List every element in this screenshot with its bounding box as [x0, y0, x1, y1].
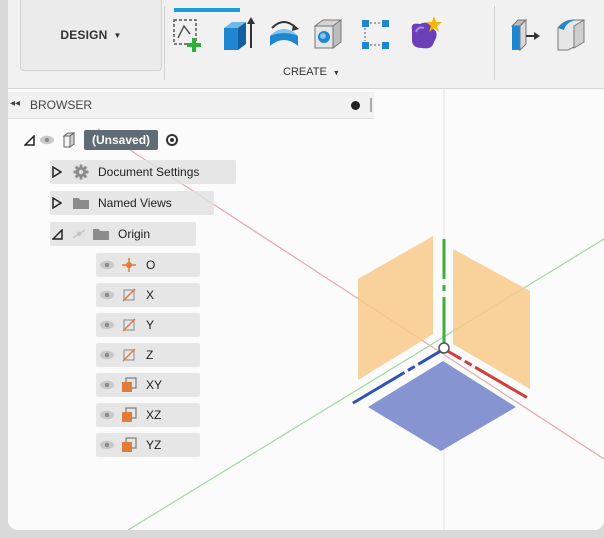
component-icon [58, 128, 80, 152]
visibility-eye-icon[interactable] [96, 343, 118, 367]
toolbar-divider [164, 6, 165, 80]
origin-item-y-axis[interactable]: Y [96, 313, 200, 337]
toolbar-divider [494, 6, 495, 80]
yz-plane[interactable] [358, 236, 433, 380]
origin-point[interactable] [438, 342, 450, 354]
xz-plane[interactable] [368, 361, 516, 451]
browser-item-document-settings[interactable]: Document Settings [50, 160, 236, 184]
origin-item-xz-plane[interactable]: XZ [96, 403, 200, 427]
visibility-eye-icon[interactable] [96, 373, 118, 397]
app-window: DESIGN ▼ CREATE ▼ ◂◂ BROWSER (Unsaved) D… [8, 0, 604, 530]
toolbar: DESIGN ▼ CREATE ▼ [8, 0, 604, 89]
visibility-eye-icon[interactable] [96, 403, 118, 427]
axis-icon [118, 313, 140, 337]
workspace-label: DESIGN [60, 28, 108, 42]
browser-item-label: Y [146, 318, 155, 332]
active-component-radio[interactable] [166, 134, 179, 146]
create-form-icon[interactable] [406, 14, 442, 54]
visibility-eye-icon[interactable] [36, 128, 58, 152]
plane-icon [118, 373, 140, 397]
panel-resize-handle[interactable] [370, 98, 372, 112]
browser-root-row[interactable]: (Unsaved) [22, 128, 179, 152]
browser-item-label: XY [146, 378, 163, 392]
browser-panel-header: ◂◂ BROWSER [8, 92, 374, 119]
hidden-eye-icon[interactable] [68, 222, 90, 246]
browser-item-label: Z [146, 348, 154, 362]
visibility-eye-icon[interactable] [96, 433, 118, 457]
browser-item-named-views[interactable]: Named Views [50, 191, 214, 215]
axis-icon [118, 343, 140, 367]
create-menu-button[interactable]: CREATE ▼ [283, 66, 340, 78]
plane-icon [118, 403, 140, 427]
visibility-eye-icon[interactable] [96, 313, 118, 337]
browser-item-label: Document Settings [98, 165, 200, 179]
hole-icon[interactable] [311, 14, 347, 54]
collapsed-triangle-icon[interactable] [50, 191, 64, 215]
pattern-icon[interactable] [358, 14, 394, 54]
fillet-icon[interactable] [554, 14, 590, 54]
extrude-icon[interactable] [220, 14, 256, 54]
browser-item-label: Named Views [98, 196, 172, 210]
visibility-eye-icon[interactable] [96, 283, 118, 307]
browser-item-label: XZ [146, 408, 162, 422]
expanded-triangle-icon[interactable] [22, 128, 36, 152]
origin-point-icon [118, 253, 140, 277]
create-sketch-icon[interactable] [170, 14, 206, 54]
origin-item-yz-plane[interactable]: YZ [96, 433, 200, 457]
plane-icon [118, 433, 140, 457]
active-tool-indicator [174, 8, 240, 12]
collapse-panel-icon[interactable]: ◂◂ [10, 98, 20, 109]
origin-item-x-axis[interactable]: X [96, 283, 200, 307]
browser-item-label: Origin [118, 227, 151, 241]
axis-icon [118, 283, 140, 307]
browser-item-label: YZ [146, 438, 162, 452]
chevron-down-icon: ▼ [332, 70, 340, 77]
origin-item-point[interactable]: O [96, 253, 200, 277]
press-pull-icon[interactable] [506, 14, 542, 54]
visibility-eye-icon[interactable] [96, 253, 118, 277]
create-label: CREATE [283, 66, 327, 78]
workspace-switcher-button[interactable]: DESIGN ▼ [20, 0, 162, 71]
chevron-down-icon: ▼ [113, 30, 122, 40]
browser-item-label: X [146, 288, 155, 302]
revolve-icon[interactable] [266, 14, 302, 54]
expanded-triangle-icon[interactable] [50, 222, 64, 246]
origin-item-z-axis[interactable]: Z [96, 343, 200, 367]
collapsed-triangle-icon[interactable] [50, 160, 64, 184]
browser-item-label: O [146, 258, 156, 272]
panel-pin-icon[interactable] [351, 101, 360, 110]
document-name-badge[interactable]: (Unsaved) [84, 130, 159, 150]
gear-icon [70, 160, 92, 184]
browser-title: BROWSER [30, 98, 93, 112]
folder-icon [70, 191, 92, 215]
folder-icon [90, 222, 112, 246]
origin-item-xy-plane[interactable]: XY [96, 373, 200, 397]
canvas-scene [97, 89, 604, 530]
browser-item-origin[interactable]: Origin [50, 222, 196, 246]
canvas-viewport[interactable] [8, 89, 604, 530]
